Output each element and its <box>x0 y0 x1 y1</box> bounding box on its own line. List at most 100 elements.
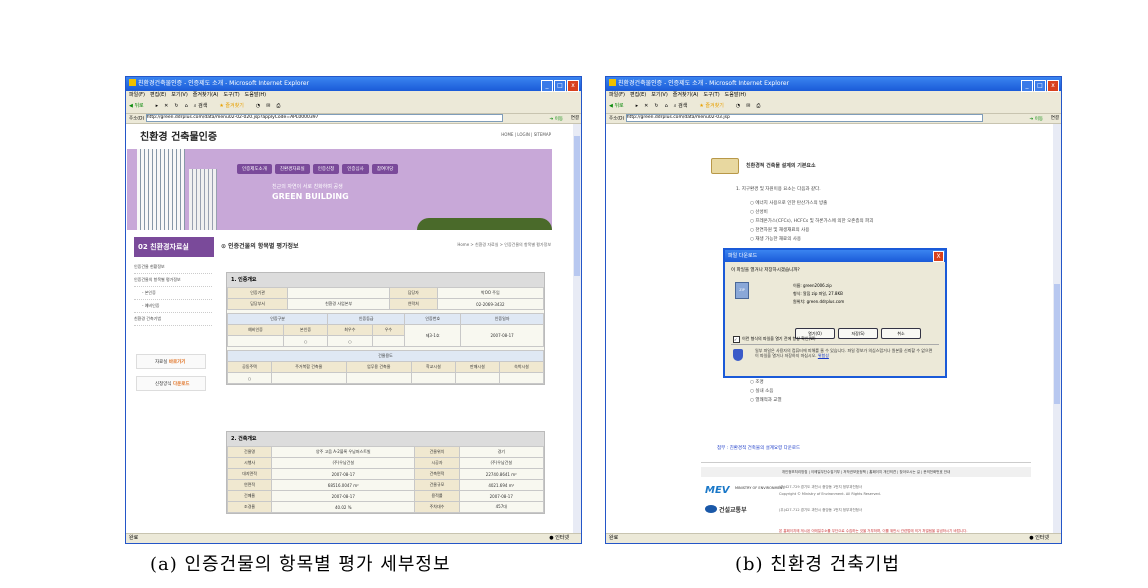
mail-icon[interactable]: ✉ <box>746 103 750 109</box>
print-icon[interactable]: ⎙ <box>756 103 760 109</box>
mev-logo-caption: MINISTRY OF ENVIRONMENT <box>735 486 785 490</box>
refresh-icon[interactable]: ↻ <box>174 103 178 109</box>
links-label[interactable]: 연결 <box>571 114 579 123</box>
menu-view[interactable]: 보기(V) <box>171 92 188 98</box>
dialog-title-bar: 파일 다운로드 X <box>725 250 945 262</box>
building-overview-table: 건물명 양주 고읍 A-2블록 우남퍼스트빌 건물위치 경기 시행사 (주)우남건설 시공… <box>226 446 545 513</box>
home-icon[interactable]: ⌂ <box>185 103 188 109</box>
history-icon[interactable]: ◔ <box>736 103 740 109</box>
vertical-scrollbar[interactable] <box>1053 124 1061 534</box>
favorites-button[interactable]: ★ 즐겨찾기 <box>219 103 249 109</box>
refresh-icon[interactable]: ↻ <box>654 103 658 109</box>
favorites-button[interactable]: ★ 즐겨찾기 <box>699 103 729 109</box>
save-button[interactable]: 저장(S) <box>838 328 878 339</box>
table-cell: ○ <box>227 372 272 384</box>
minimize-button[interactable]: _ <box>541 80 553 92</box>
home-icon[interactable]: ⌂ <box>665 103 668 109</box>
moct-emblem-icon <box>705 505 717 513</box>
go-button[interactable]: ➔ 이동 <box>550 115 563 124</box>
cert-overview-section: 1. 인증개요 인증기관 담당자 박OO 주임 담당부서 친환경 사업본부 연락… <box>226 272 545 385</box>
footer-links[interactable]: 개인정보처리방침 | 이메일무단수집거부 | 저작권보호정책 | 홈페이지 개선… <box>701 467 1031 477</box>
go-button[interactable]: ➔ 이동 <box>1030 115 1043 124</box>
maximize-button[interactable]: □ <box>554 80 566 92</box>
scrollbar-thumb[interactable] <box>1054 284 1060 404</box>
search-button[interactable]: ⌕ 검색 <box>674 103 694 109</box>
file-type: 형식: 알집 zip 파일, 27.8KB <box>793 291 843 296</box>
vertical-scrollbar[interactable] <box>573 124 581 534</box>
table-cell: 2007-08-17 <box>271 490 416 502</box>
table-cell: 친환경 사업본부 <box>287 298 391 310</box>
zip-file-icon: ZIP <box>735 282 749 299</box>
menu-edit[interactable]: 편집(E) <box>150 92 166 98</box>
site-title[interactable]: 친환경 건축물인증 <box>140 128 217 143</box>
menu-tools[interactable]: 도구(T) <box>704 92 720 98</box>
cancel-button[interactable]: 취소 <box>881 328 921 339</box>
address-input[interactable]: http://green.ddrplus.com/data/menu02-02-… <box>145 114 503 122</box>
address-label: 주소(D) <box>609 116 625 122</box>
address-input[interactable]: http://green.ddrplus.com/data/menu02-03.… <box>625 114 983 122</box>
table-cell: 40.02 % <box>271 501 416 513</box>
maximize-button[interactable]: □ <box>1034 80 1046 92</box>
sidebar-item[interactable]: 인증건물의 항목별 평가정보 <box>134 274 212 287</box>
dialog-close-button[interactable]: X <box>933 251 944 262</box>
menu-favorites[interactable]: 즐겨찾기(A) <box>673 92 699 98</box>
nav-item[interactable]: 인증심사 <box>342 164 369 174</box>
table-cell: 건축면적 <box>414 468 460 480</box>
menu-file[interactable]: 파일(F) <box>129 92 145 98</box>
top-links[interactable]: HOME | LOGIN | SITEMAP <box>501 132 551 137</box>
mail-icon[interactable]: ✉ <box>266 103 270 109</box>
table-cell <box>345 372 412 384</box>
table-cell: 주차대수 <box>414 501 460 513</box>
book-icon <box>711 158 739 174</box>
design-guide-download-link[interactable]: 첨부 : 친환경적 건축물의 설계요령 다운로드 <box>717 445 800 451</box>
menu-favorites[interactable]: 즐겨찾기(A) <box>193 92 219 98</box>
menu-edit[interactable]: 편집(E) <box>630 92 646 98</box>
table-cell: 02-2069-3432 <box>436 298 545 310</box>
window-title: 친환경건축물인증 - 인증제도 소개 - Microsoft Internet … <box>618 80 790 87</box>
table-cell: 공동주택 <box>227 361 272 373</box>
always-ask-checkbox[interactable]: ✓ 이런 형식의 파일을 열기 전에 항상 확인(W) <box>733 336 816 343</box>
close-button[interactable]: x <box>1047 80 1059 92</box>
table-header: 인증일자 <box>460 313 544 325</box>
nav-item[interactable]: 인증신청 <box>312 164 340 174</box>
table-cell: (주)우남건설 <box>271 457 416 469</box>
print-icon[interactable]: ⎙ <box>276 103 280 109</box>
links-label[interactable]: 연결 <box>1051 114 1059 123</box>
stop-icon[interactable]: ✕ <box>644 103 648 109</box>
dialog-title: 파일 다운로드 <box>728 253 758 259</box>
archive-shortcut-button[interactable]: 자료실 바로가기 <box>136 354 206 369</box>
nav-item[interactable]: 인증제도소개 <box>237 164 272 174</box>
risk-link[interactable]: 위험성 <box>818 353 829 358</box>
sidebar-subitem[interactable]: - 본인증 <box>134 287 212 300</box>
menu-file[interactable]: 파일(F) <box>609 92 625 98</box>
menu-help[interactable]: 도움말(H) <box>725 92 746 98</box>
title-bar: 친환경건축물인증 - 인증제도 소개 - Microsoft Internet … <box>606 77 1061 92</box>
forward-button[interactable]: ▸ <box>636 103 639 109</box>
history-icon[interactable]: ◔ <box>256 103 260 109</box>
table-cell: 조경율 <box>226 501 273 513</box>
scrollbar-thumb[interactable] <box>574 136 580 276</box>
toolbar: ◀ 뒤로 ▸ ✕ ↻ ⌂ ⌕ 검색 ★ 즐겨찾기 ◔ ✉ ⎙ <box>126 100 581 114</box>
nav-item[interactable]: 친환경자료실 <box>274 164 310 174</box>
stop-icon[interactable]: ✕ <box>164 103 168 109</box>
menu-view[interactable]: 보기(V) <box>651 92 668 98</box>
forward-button[interactable]: ▸ <box>156 103 159 109</box>
back-button[interactable]: ◀ 뒤로 <box>609 103 630 109</box>
menu-help[interactable]: 도움말(H) <box>245 92 266 98</box>
form-download-button[interactable]: 신청양식 다운로드 <box>136 376 206 391</box>
close-button[interactable]: x <box>567 80 579 92</box>
checkbox-icon[interactable]: ✓ <box>733 336 740 343</box>
sidebar-item[interactable]: 친환경 건축기법 <box>134 313 212 326</box>
list-item: ○ 실내 소음 <box>750 389 774 394</box>
sidebar-item[interactable]: 인증건물 현황정보 <box>134 261 212 274</box>
status-bar: 완료 ● 인터넷 <box>126 533 581 543</box>
table-cell: 학교시설 <box>410 361 456 373</box>
sidebar-subitem[interactable]: - 예비인증 <box>134 300 212 313</box>
menu-tools[interactable]: 도구(T) <box>224 92 240 98</box>
minimize-button[interactable]: _ <box>1021 80 1033 92</box>
back-button[interactable]: ◀ 뒤로 <box>129 103 150 109</box>
table-cell: 연락처 <box>389 298 438 310</box>
table-cell: 예비인증 <box>227 324 284 336</box>
search-button[interactable]: ⌕ 검색 <box>194 103 214 109</box>
nav-item[interactable]: 참여마당 <box>371 164 399 174</box>
